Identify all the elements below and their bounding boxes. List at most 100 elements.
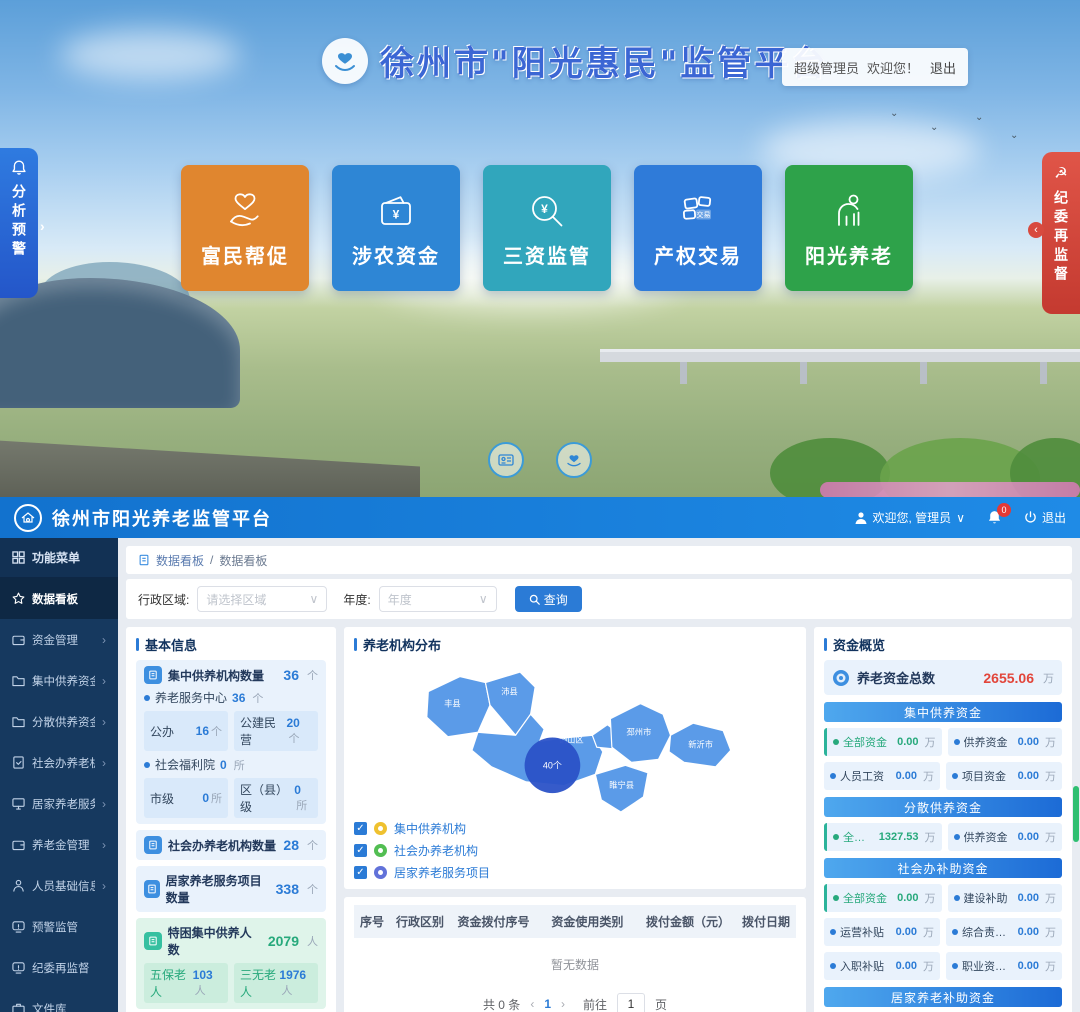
cell-unit: 所 [296,800,307,812]
welcome-label: 欢迎您！ [867,58,919,77]
fund-cell-value: 0.00 [1018,736,1039,748]
tile-三资监管[interactable]: ¥三资监管 [483,165,611,291]
tile-label: 阳光养老 [805,240,893,269]
notifications-button[interactable]: 0 [987,510,1002,525]
sidebar-item-label: 分散供养资金 [32,714,95,730]
dot-icon [830,929,836,935]
platform-logo-icon [322,38,368,84]
sidebar-item[interactable]: 分散供养资金› [0,701,118,742]
tile-阳光养老[interactable]: 阳光养老 [785,165,913,291]
tile-产权交易[interactable]: 交易产权交易 [634,165,762,291]
main-content: 数据看板 / 数据看板 行政区域: 请选择区域 ∨ 年度: 年度 ∨ 查询 [118,538,1080,1012]
map-district-label: 沛县 [501,687,518,697]
table-header-row: 序号行政区别资金拨付序号资金使用类别拨付金额（元）拨付日期 [354,905,796,938]
bird: ⌄ [975,112,983,123]
table-column-header: 序号 [354,905,390,938]
tile-涉农资金[interactable]: ¥涉农资金 [332,165,460,291]
prev-page-button[interactable]: ‹ [530,997,534,1011]
fund-cell-value: 1327.53 [879,831,919,843]
sidebar-item-label: 数据看板 [32,591,106,607]
basic-info-card-label: 特困集中供养人数 [168,924,262,958]
fund-cell-value: 0.00 [1018,831,1039,843]
bullet-value: 0 [220,758,227,772]
hero-header: 徐州市"阳光惠民"监管平台 [322,36,828,85]
party-emblem-icon: ☭ [1054,164,1067,182]
hero-tiles: 富民帮促 ¥涉农资金¥三资监管交易产权交易阳光养老 [181,165,913,291]
svg-text:40个: 40个 [543,760,562,770]
fund-cell-label: 项目资金 [962,768,1006,784]
cell-value: 0 [294,783,301,797]
year-select[interactable]: 年度 ∨ [379,586,497,612]
sidebar-item-label: 纪委再监督 [32,960,106,976]
fund-cell-unit: 万 [1045,924,1056,940]
scrollbar-thumb[interactable] [1073,786,1079,842]
sidebar-item[interactable]: 纪委再监督 [0,947,118,988]
sidebar-menu-header-label: 功能菜单 [32,549,80,566]
cell-value: 16 [196,724,209,738]
current-page[interactable]: 1 [544,997,551,1011]
sidebar-item[interactable]: 居家养老服务项目› [0,783,118,824]
sidebar-item[interactable]: 集中供养资金› [0,660,118,701]
fund-cell: 供养资金0.00万 [948,823,1063,851]
goto-page-input[interactable] [617,993,645,1012]
bridge [600,352,1080,362]
fund-cell-label: 供养资金 [964,734,1008,750]
sidebar-item[interactable]: 数据看板 [0,578,118,619]
sidebar-item[interactable]: 养老金管理› [0,824,118,865]
fund-cell: 全部资金1327.53万 [824,823,942,851]
fund-cell-unit: 万 [925,734,936,750]
sidebar-item[interactable]: 人员基础信息› [0,865,118,906]
search-button[interactable]: 查询 [515,586,582,612]
funds-table-panel: 序号行政区别资金拨付序号资金使用类别拨付金额（元）拨付日期 暂无数据 共 0 条… [344,897,806,1012]
user-menu[interactable]: 欢迎您, 管理员 ∨ [854,509,965,526]
breadcrumb-separator: / [210,553,213,567]
table-column-header: 资金使用类别 [545,905,640,938]
fund-section-header: 集中供养资金 [824,702,1062,722]
fund-cell: 人员工资0.00万 [824,762,940,790]
sidebar-item-label: 养老金管理 [32,837,95,853]
login-box: 超级管理员 欢迎您！ 退出 [782,48,968,86]
map-legend-row: ✓集中供养机构 [354,820,796,837]
discipline-supervision-tab[interactable]: ☭ 纪委再监督 [1042,152,1080,314]
grid-icon [12,551,25,564]
fund-cell-label: 入职补贴 [840,958,884,974]
doc-check-icon [12,756,25,769]
basic-info-cell-row: 五保老人103人三无老人1976人 [144,963,318,1003]
dot-icon [952,929,958,935]
year-filter-label: 年度: [343,591,370,608]
fund-cell-value: 0.00 [897,736,918,748]
sidebar-item[interactable]: 预警监管 [0,906,118,947]
checkbox[interactable]: ✓ [354,844,367,857]
fund-cell: 运营补贴0.00万 [824,918,940,946]
fund-cell: 综合责任险0.00万 [946,918,1062,946]
analysis-warning-tab[interactable]: 分析预警 [0,148,38,298]
breadcrumb-item[interactable]: 数据看板 [156,552,204,569]
sidebar-item-label: 预警监管 [32,919,106,935]
page-unit-label: 页 [655,996,667,1012]
logout-button[interactable]: 退出 [1024,509,1066,526]
checkbox[interactable]: ✓ [354,866,367,879]
tile-富民帮促[interactable]: 富民帮促 [181,165,309,291]
basic-info-card-label: 集中供养机构数量 [168,667,264,684]
heart-hands-icon[interactable] [556,442,592,478]
tile-label: 富民帮促 [201,240,289,269]
hero-logout-button[interactable]: 退出 [930,58,956,77]
fund-cell: 全部资金0.00万 [824,884,942,912]
id-card-icon[interactable] [488,442,524,478]
chevron-right-icon[interactable]: › [40,218,45,234]
cell-unit: 所 [211,793,222,805]
next-page-button[interactable]: › [561,997,565,1011]
basic-info-card-label: 居家养老服务项目数量 [166,872,270,906]
sidebar-item[interactable]: 社会办养老机构› [0,742,118,783]
fund-total-unit: 万 [1043,670,1054,686]
fund-cell-value: 0.00 [896,960,917,972]
sidebar-item[interactable]: 文件库 [0,988,118,1012]
fund-section-header: 社会办补助资金 [824,858,1062,878]
checkbox[interactable]: ✓ [354,822,367,835]
region-select[interactable]: 请选择区域 ∨ [197,586,327,612]
fund-cell-value: 0.00 [896,770,917,782]
basic-info-bullet: 社会福利院0所 [144,756,318,773]
chevron-left-icon[interactable]: ‹ [1028,222,1044,238]
basic-info-card-value: 36 [283,667,299,683]
sidebar-item[interactable]: 资金管理› [0,619,118,660]
